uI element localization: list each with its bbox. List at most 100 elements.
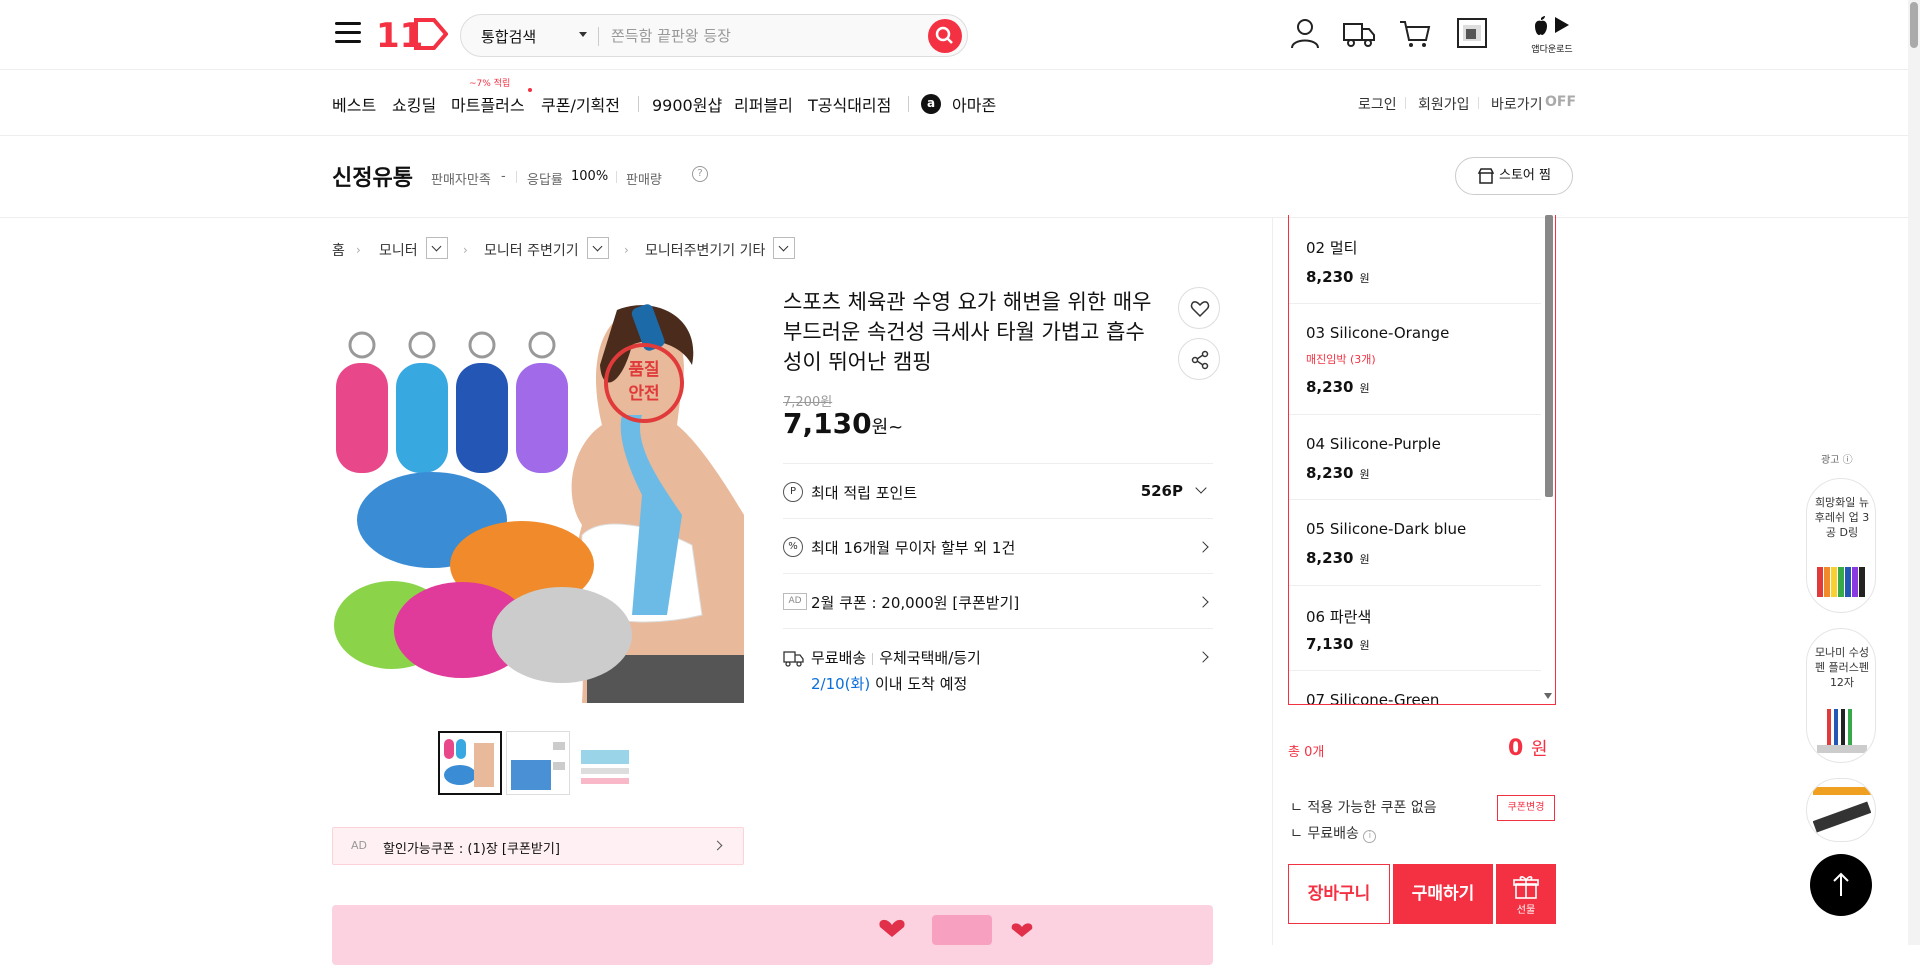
option-name: 05 Silicone-Dark blue [1306,520,1467,538]
info-icon[interactable]: i [1363,830,1377,843]
chevron-right-icon [712,840,723,851]
option-scrollbar[interactable] [1545,215,1553,497]
product-illustration: 품질 안전 [332,295,744,703]
buy-now-button[interactable]: 구매하기 [1393,864,1493,924]
total-price: 0 원 [1508,736,1548,761]
arrow-up-icon [1833,872,1849,896]
11st-logo[interactable]: 11 [376,14,448,54]
nav-divider [908,96,909,112]
help-icon[interactable]: ? [692,166,708,182]
share-button[interactable] [1178,338,1220,380]
search-bar: 통합검색 [460,14,968,57]
new-dot [528,88,532,92]
nav-item-9900[interactable]: 9900원샵 [652,92,722,116]
amazon-icon: a [921,94,941,114]
divider [1478,97,1479,109]
points-value: 526P [1140,482,1183,500]
product-main-image[interactable]: 품질 안전 [332,295,744,703]
response-value: 100% [571,169,609,184]
caret-down-icon[interactable] [579,32,587,37]
apple-play-icon [1535,16,1569,35]
login-link[interactable]: 로그인 [1358,94,1397,114]
thumbnail-image [440,733,500,793]
breadcrumb-dropdown[interactable] [587,237,609,259]
share-icon [1191,350,1209,370]
option-item[interactable]: 03 Silicone-Orange 매진임박 (3개) 8,230 원 [1289,304,1541,415]
side-ad-card[interactable]: 희망화일 뉴 후레쉬 업 3공 D링 [1806,478,1876,613]
side-ad-image [1817,567,1865,597]
delivery-truck-icon[interactable] [1342,16,1376,50]
side-ad-title: 희망화일 뉴 후레쉬 업 3공 D링 [1814,496,1870,539]
breadcrumb-dropdown[interactable] [426,237,448,259]
option-item[interactable]: 07 Silicone-Green [1289,671,1541,704]
quality-stamp-bottom: 안전 [628,384,659,404]
option-item[interactable]: 06 파란색 7,130 원 [1289,586,1541,671]
side-ad-card[interactable] [1806,778,1876,842]
points-row[interactable]: P 최대 적립 포인트 526P [783,463,1213,518]
points-label: 최대 적립 포인트 [811,484,918,502]
option-price: 8,230 원 [1306,268,1370,286]
store-follow-label: 스토어 찜 [1499,168,1551,183]
nav-item-shocking-deal[interactable]: 쇼킹딜 [392,92,436,116]
user-icon[interactable] [1288,16,1322,50]
app-download[interactable]: 앱다운로드 [1528,14,1576,55]
store-name[interactable]: 신정유통 [332,160,413,192]
ad-label: AD [351,839,367,852]
menu-icon[interactable] [335,22,361,44]
thumbnail-1[interactable] [438,731,502,795]
scroll-down-arrow-icon[interactable] [1544,693,1552,699]
seller-satisfaction-value: - [501,169,506,184]
nav-item-refurbly[interactable]: 리퍼블리 [734,92,793,116]
option-item[interactable]: 02 멀티 8,230 원 [1289,215,1541,304]
option-item[interactable]: 05 Silicone-Dark blue 8,230 원 [1289,500,1541,586]
monthly-coupon-row[interactable]: AD 2월 쿠폰 : 20,000원 [쿠폰받기] [783,573,1213,628]
cart-icon[interactable] [1398,16,1432,50]
side-ad-card[interactable]: 모나미 수성펜 플러스펜 12자 [1806,628,1876,763]
seller-satisfaction-label: 판매자만족 [431,173,491,188]
page-scrollbar[interactable] [1908,0,1920,945]
breadcrumb-monitor-accessories[interactable]: 모니터 주변기기 [484,240,579,260]
divider [598,27,599,46]
recent-view-icon[interactable] [1455,16,1489,50]
global-header: 11 통합검색 앱다운로드 [0,0,1920,70]
option-item[interactable]: 04 Silicone-Purple 8,230 원 [1289,415,1541,500]
thumbnail-3[interactable] [574,731,638,795]
chevron-right-icon: › [356,243,361,257]
add-to-cart-button[interactable]: 장바구니 [1288,864,1390,924]
breadcrumb-monitor[interactable]: 모니터 [379,240,418,260]
divider [872,652,874,665]
search-input[interactable] [611,24,911,48]
product-title: 스포츠 체육관 수영 요가 해변을 위한 매우 부드러운 속건성 극세사 타월 … [783,290,1152,374]
arrival-date: 2/10(화) [811,675,871,693]
shortcut-state[interactable]: OFF [1545,94,1576,110]
installment-row[interactable]: % 최대 16개월 무이자 할부 외 1건 [783,518,1213,573]
page-scrollbar-thumb[interactable] [1910,2,1918,48]
chevron-right-icon [1197,596,1209,608]
store-follow-button[interactable]: 스토어 찜 [1455,157,1573,195]
nav-item-best[interactable]: 베스트 [332,92,376,116]
shipping-row[interactable]: 무료배송 우체국택배/등기 2/10(화) 이내 도착 예정 [783,628,1213,708]
shortcut-link[interactable]: 바로가기 [1491,94,1543,114]
discount-coupon-strip[interactable]: AD 할인가능쿠폰 : (1)장 [쿠폰받기] [332,827,744,865]
breadcrumb-home[interactable]: 홈 [332,240,345,260]
search-scope-select[interactable]: 통합검색 [481,26,536,47]
free-shipping: 무료배송 [811,649,867,667]
wishlist-button[interactable] [1178,287,1220,329]
breadcrumb-other[interactable]: 모니터주변기기 기타 [645,240,765,260]
breadcrumb-dropdown[interactable] [773,237,795,259]
thumbnail-2[interactable] [506,731,570,795]
sales-label: 판매량 [626,173,662,188]
scroll-to-top-button[interactable] [1810,854,1872,916]
option-price: 8,230 원 [1306,464,1370,482]
shipping-info: 무료배송 우체국택배/등기 [811,647,981,668]
coupon-change-button[interactable]: 쿠폰변경 [1497,795,1555,821]
search-button[interactable] [928,19,962,53]
nav-item-mart-plus[interactable]: 마트플러스 [451,92,525,116]
signup-link[interactable]: 회원가입 [1418,94,1470,114]
gift-button[interactable]: 선물 [1496,864,1556,924]
response-label: 응답률 [527,173,563,188]
promo-banner[interactable] [332,905,1213,965]
nav-item-t-official[interactable]: T공식대리점 [808,92,891,116]
nav-item-coupon[interactable]: 쿠폰/기획전 [541,92,620,116]
nav-item-amazon[interactable]: 아마존 [952,92,996,116]
